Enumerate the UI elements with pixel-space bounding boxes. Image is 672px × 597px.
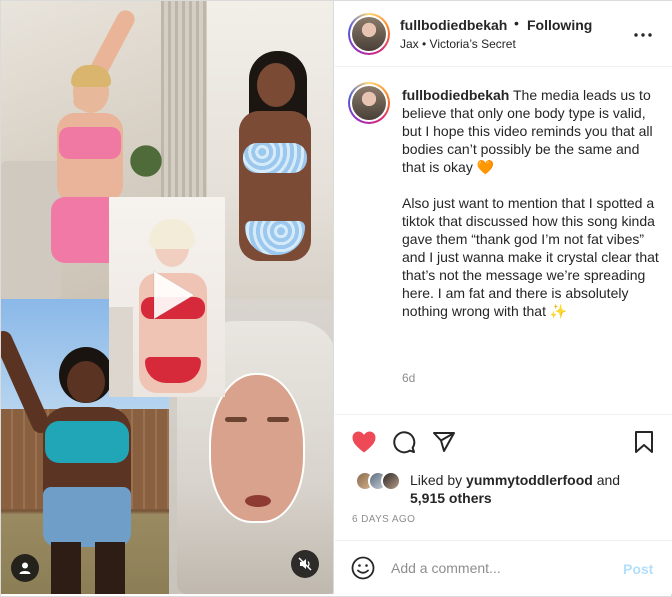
avatar: [381, 471, 401, 491]
comment-input[interactable]: [391, 556, 611, 580]
caption-text: The media leads us to believe that only …: [402, 87, 659, 319]
liker-avatars[interactable]: [355, 471, 405, 491]
share-icon[interactable]: [431, 429, 457, 455]
following-button[interactable]: Following: [527, 17, 592, 33]
post-date: 6 DAYS AGO: [352, 514, 416, 525]
action-bar: [335, 414, 672, 468]
mute-icon[interactable]: [291, 550, 319, 578]
post-dialog: fullbodiedbekah • Following Jax • Victor…: [0, 0, 672, 597]
liked-by-prefix: Liked by: [410, 472, 467, 488]
avatar[interactable]: [348, 82, 390, 124]
username-link[interactable]: fullbodiedbekah: [400, 17, 507, 33]
location-link[interactable]: Jax • Victoria’s Secret: [400, 37, 516, 51]
post-header: fullbodiedbekah • Following Jax • Victor…: [335, 1, 672, 67]
liked-by-and: and: [592, 472, 621, 488]
heart-icon[interactable]: [351, 429, 377, 455]
emoji-icon[interactable]: [351, 556, 377, 582]
play-icon[interactable]: [138, 263, 202, 327]
post-video[interactable]: [1, 1, 334, 594]
more-options-icon[interactable]: [633, 25, 653, 45]
liker-username[interactable]: yummytoddlerfood: [466, 472, 593, 488]
likes-count[interactable]: 5,915 others: [410, 490, 492, 506]
comment-bar: Post: [335, 540, 672, 594]
post-comment-button[interactable]: Post: [623, 561, 653, 577]
user-icon[interactable]: [11, 554, 39, 582]
likes-summary: Liked by yummytoddlerfood and 5,915 other…: [351, 469, 661, 509]
post-caption: fullbodiedbekah The media leads us to be…: [402, 86, 664, 320]
caption-area: fullbodiedbekah The media leads us to be…: [335, 68, 672, 413]
post-sidebar: fullbodiedbekah • Following Jax • Victor…: [335, 1, 672, 594]
post-age: 6d: [402, 371, 416, 385]
comment-icon[interactable]: [391, 429, 417, 455]
caption-username[interactable]: fullbodiedbekah: [402, 87, 509, 103]
separator-dot: •: [514, 15, 519, 31]
likes-text: Liked by yummytoddlerfood and 5,915 other…: [410, 471, 660, 507]
bookmark-icon[interactable]: [631, 429, 657, 455]
avatar[interactable]: [348, 13, 390, 55]
video-collage-tile: [207, 1, 333, 299]
